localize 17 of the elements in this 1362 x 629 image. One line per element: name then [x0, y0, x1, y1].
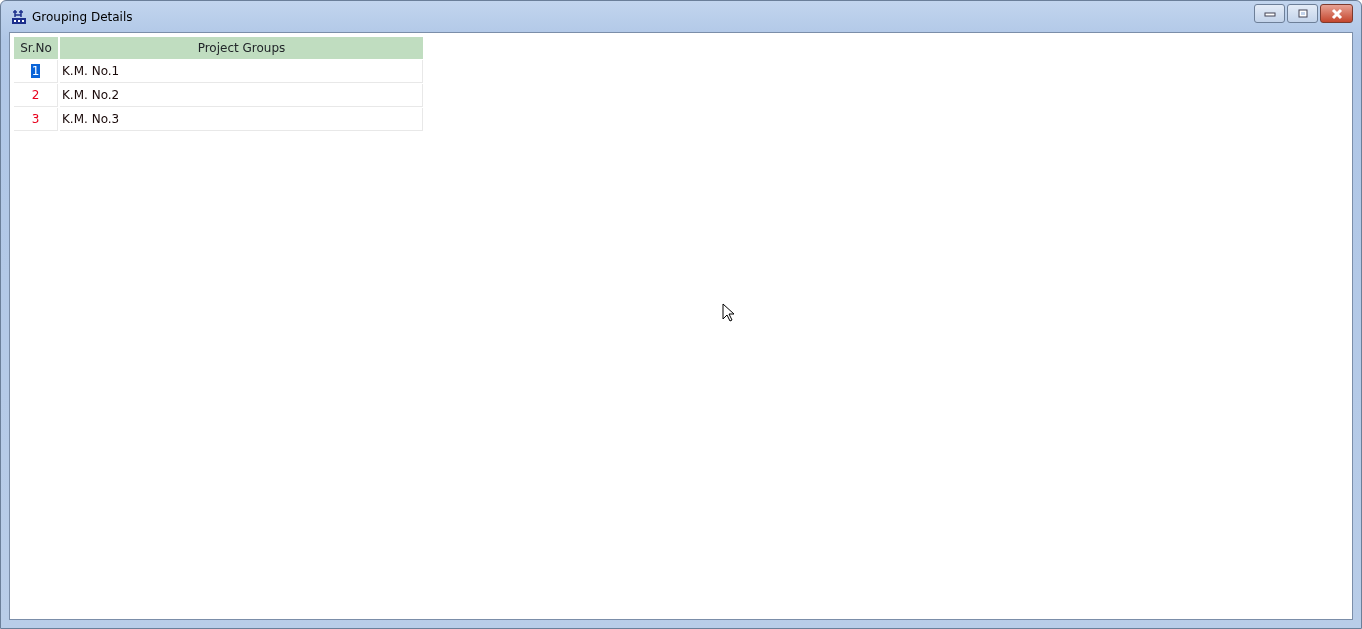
serial-number[interactable]: 3 [31, 112, 40, 126]
table-cell: K.M. No.2 [60, 84, 423, 107]
serial-number[interactable]: 1 [30, 64, 41, 78]
mouse-pointer-icon [722, 303, 736, 323]
minimize-icon [1263, 10, 1276, 17]
maximize-icon [1296, 8, 1309, 19]
close-button[interactable] [1320, 4, 1353, 23]
maximize-button[interactable] [1287, 4, 1318, 23]
close-icon [1329, 7, 1344, 20]
table-cell: K.M. No.1 [60, 60, 423, 83]
table-cell: K.M. No.3 [60, 108, 423, 131]
minimize-button[interactable] [1254, 4, 1285, 23]
column-header: Project Groups [60, 37, 423, 59]
app-icon [11, 8, 27, 25]
window-title: Grouping Details [32, 8, 133, 26]
column-header: Sr.No [14, 37, 58, 59]
serial-number[interactable]: 2 [31, 88, 40, 102]
